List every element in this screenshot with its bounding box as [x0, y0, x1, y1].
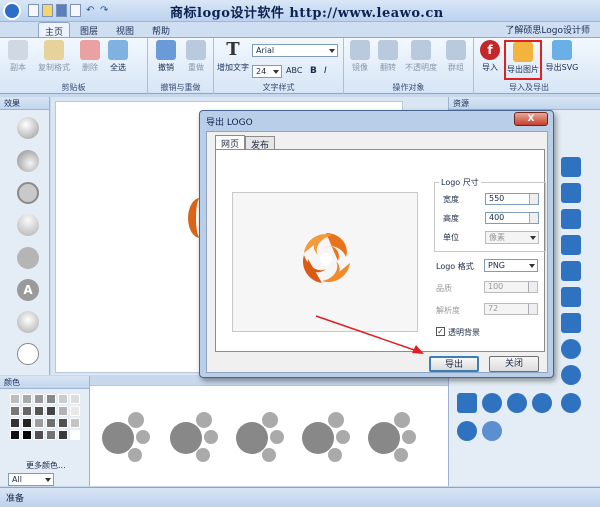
- annotation-arrow: [315, 315, 424, 354]
